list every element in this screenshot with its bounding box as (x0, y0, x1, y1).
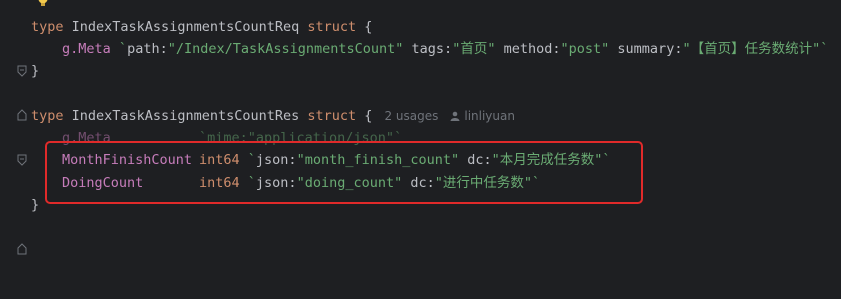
keyword-type: type (31, 108, 64, 124)
keyword-struct: struct (307, 19, 357, 35)
tag-tick: ` (118, 41, 128, 57)
brace-open: { (364, 19, 373, 35)
usages-hint[interactable]: 2 usages (384, 109, 438, 123)
code-line: g.Meta `path:"/Index/TaskAssignmentsCoun… (0, 38, 841, 60)
code-editor[interactable]: type IndexTaskAssignmentsCountReq struct… (0, 0, 841, 255)
tag-key: path: (127, 41, 168, 57)
highlight-annotation-box (45, 141, 643, 204)
tag-key: method: (503, 41, 561, 57)
fold-marker-icon[interactable] (17, 21, 27, 77)
fold-marker-icon[interactable] (17, 110, 27, 166)
author-hint[interactable]: linliyuan (464, 109, 515, 123)
brace-close: } (31, 63, 40, 79)
field-name: g.Meta (62, 41, 111, 57)
struct-name: IndexTaskAssignmentsCountReq (71, 19, 300, 35)
code-line: } (0, 60, 841, 121)
tag-value: "post" (560, 41, 610, 57)
code-line: type IndexTaskAssignmentsCountReq struct… (0, 16, 841, 77)
struct-name: IndexTaskAssignmentsCountRes (71, 108, 300, 124)
tag-key: tags: (411, 41, 453, 57)
user-icon (450, 111, 460, 121)
fold-marker-icon[interactable] (17, 65, 27, 121)
tag-value: "【首页】任务数统计" (682, 41, 821, 57)
tag-value: "首页" (452, 41, 496, 57)
tag-key: summary: (617, 41, 683, 57)
tag-value: "/Index/TaskAssignmentsCount" (167, 41, 404, 57)
keyword-struct: struct (307, 108, 357, 124)
keyword-type: type (31, 19, 64, 35)
brace-close: } (31, 197, 40, 213)
brace-open: { (364, 108, 373, 124)
fold-marker-icon[interactable] (17, 199, 27, 255)
code-line: type IndexTaskAssignmentsCountRes struct… (0, 105, 841, 166)
lightbulb-icon[interactable] (36, 0, 50, 12)
tag-tick: ` (820, 41, 829, 57)
